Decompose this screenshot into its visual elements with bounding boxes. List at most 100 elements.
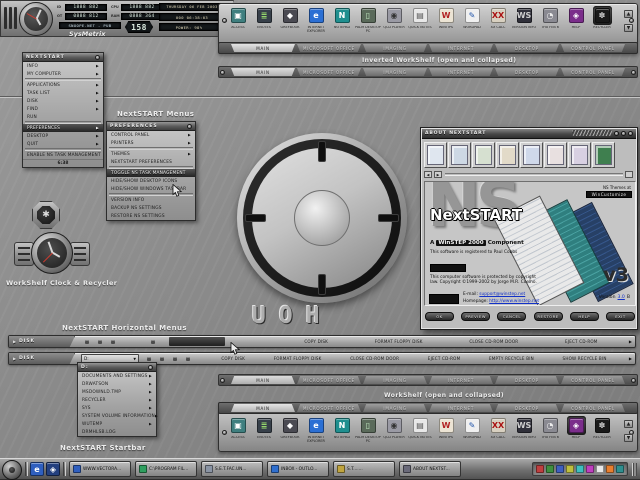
shelf-tab[interactable]: CONTROL PANEL [561,68,625,76]
screenshot-thumbnail[interactable] [424,142,447,168]
recycler-widget[interactable]: ✱ [32,201,60,229]
shelf-item[interactable]: W WINTIPS [433,6,459,34]
email-link[interactable]: support@winstep.net [479,292,525,297]
menu-item[interactable]: BACKUP NS SETTINGS [107,204,195,212]
menu-close-button[interactable] [187,124,192,129]
shelf-item[interactable]: ▤ QUICK NOTES [407,416,433,444]
shelf-tab[interactable]: DESKTOP [495,44,559,52]
task-button[interactable]: WWW.VECTORA... [69,461,131,477]
dialog-button[interactable]: PREVIEW [461,312,490,321]
menu-bar-item[interactable]: EMPTY RECYCLE BIN [489,356,534,361]
menu-bar-item[interactable]: FORMAT FLOPPY DISK [375,339,423,344]
shelf-tab[interactable]: INTERNET [429,376,493,384]
shelf-tab[interactable]: IMAGING [363,44,427,52]
tray-icon[interactable] [586,465,594,473]
workshelf-clock-widget[interactable] [14,230,90,276]
screenshot-thumbnail[interactable] [568,142,591,168]
shelf-scroll-down[interactable]: ▼ [624,434,633,442]
shelf-item[interactable]: W WINTIPS [433,416,459,444]
shelf-item[interactable]: ◉ QCD PLAYER [381,6,407,34]
shelf-item[interactable]: WS VERSION INFO [511,6,537,34]
screenshot-thumbnail[interactable] [544,142,567,168]
drive-icon[interactable] [160,357,164,361]
menu-titlebar[interactable]: D: [78,363,156,372]
menu-item[interactable]: CONTROL PANEL ▶ [107,131,195,139]
shelf-tab[interactable]: MAIN [231,376,295,384]
minimize-button[interactable] [614,131,619,136]
tray-icon[interactable] [566,465,574,473]
dialog-button[interactable]: HELP [570,312,599,321]
shelf-item[interactable]: ◔ THU FEB 6 [537,6,563,34]
dialog-button[interactable]: EXIT [606,312,635,321]
drive-icon[interactable] [173,357,177,361]
highlighted-menu-item[interactable] [169,337,225,346]
menu-item[interactable]: SYSTEM VOLUME INFORMATION ▶ [78,412,156,420]
shelf-item[interactable]: ◆ GREYBOOK [277,6,303,34]
menu-item[interactable]: DRMHLSB.LOG [78,428,156,436]
menu-item[interactable]: DRWATSON ▶ [78,380,156,388]
drive-icon[interactable] [147,357,151,361]
task-button[interactable]: S.T....... [333,461,395,477]
menu-item[interactable]: RESTORE NS SETTINGS [107,212,195,220]
menu-item[interactable]: PREFERENCES ▶ [23,124,103,132]
shelf-item[interactable]: ▯ PALM DESKTOP PC [355,416,381,444]
shelf-item[interactable]: ▯ PALM DESKTOP PC [355,6,381,34]
shelf-tab[interactable]: INTERNET [429,68,493,76]
menu-item[interactable]: INFO ▶ [23,62,103,70]
shelf-item[interactable]: ✽ RECYCLER [589,6,615,34]
drive-icon[interactable] [98,340,102,344]
shelf-tab[interactable]: DESKTOP [495,404,559,412]
window-titlebar[interactable]: ABOUT NEXTSTART [421,128,637,139]
overflow-arrow-icon[interactable]: ▶ [629,356,632,361]
shelf-item[interactable]: XX XX CALC [485,416,511,444]
menu-titlebar[interactable]: PREFERENCES [107,122,195,131]
menu-titlebar[interactable]: NEXTSTART [23,53,103,62]
themes-site-badge[interactable]: WinCustomize [586,191,632,198]
shelf-item[interactable]: ✎ WORDPAD [459,6,485,34]
menu-item[interactable]: PRINTERS ▶ [107,139,195,147]
menu-item[interactable]: ENABLE NS TASK MANAGEMENT [23,151,103,159]
task-button[interactable]: C:\PROGRAM FIL... [135,461,197,477]
shelf-tab[interactable]: MICROSOFT OFFICE [297,376,361,384]
maximize-button[interactable] [621,131,626,136]
shelf-item[interactable]: ◈ HELP [563,6,589,34]
close-button[interactable] [628,131,633,136]
shelf-tab[interactable]: MICROSOFT OFFICE [297,404,361,412]
homepage-link[interactable]: http://www.winstep.net [489,299,539,304]
start-button[interactable] [2,460,22,480]
scroll-track[interactable] [445,173,623,176]
menu-item[interactable]: QUIT ▶ [23,140,103,148]
shelf-scroll-up[interactable]: ▲ [624,420,633,428]
menu-bar-item[interactable]: CLOSE CD-ROM DOOR [469,339,518,344]
shelf-item[interactable]: ◉ QCD PLAYER [381,416,407,444]
shelf-tab[interactable]: DESKTOP [495,376,559,384]
menu-bar-item[interactable]: EJECT CD-ROM [428,356,461,361]
menu-item[interactable]: TASK LIST ▶ [23,89,103,97]
menu-bar-item[interactable]: CLOSE CD-ROM DOOR [350,356,399,361]
shelf-item[interactable]: ✎ WORDPAD [459,416,485,444]
shelf-tab[interactable]: CONTROL PANEL [561,404,625,412]
shelf-item[interactable]: e INTERNET EXPLORER [303,6,329,34]
task-button[interactable]: INBOX - OUTLO... [267,461,329,477]
shelf-item[interactable]: ◆ GREYBOOK [277,416,303,444]
drive-icon[interactable] [151,340,155,344]
tray-grip[interactable] [632,463,637,476]
tray-icon[interactable] [616,465,624,473]
menu-bar-cap[interactable]: ▶ DISK [9,353,75,364]
shelf-tab[interactable]: MAIN [231,44,295,52]
menu-item[interactable]: RUN [23,113,103,121]
drive-icon[interactable] [85,340,89,344]
tray-icon[interactable] [606,465,614,473]
tray-icon[interactable] [546,465,554,473]
quick-launch-icon[interactable]: ◈ [46,462,60,476]
menu-item[interactable]: MSDOWNLD.TMP ▶ [78,388,156,396]
dialog-button[interactable]: CANCEL [497,312,526,321]
shelf-item[interactable]: ◈ HELP [563,416,589,444]
shelf-tab[interactable]: CONTROL PANEL [561,44,625,52]
shelf-tab[interactable]: MICROSOFT OFFICE [297,68,361,76]
tray-icon[interactable] [576,465,584,473]
menu-bar-item[interactable]: FORMAT FLOPPY DISK [274,356,322,361]
drive-icon[interactable] [186,357,190,361]
task-button[interactable]: S.E.T.FAC.UN... [201,461,263,477]
shelf-scroll-down[interactable]: ▼ [624,24,633,32]
